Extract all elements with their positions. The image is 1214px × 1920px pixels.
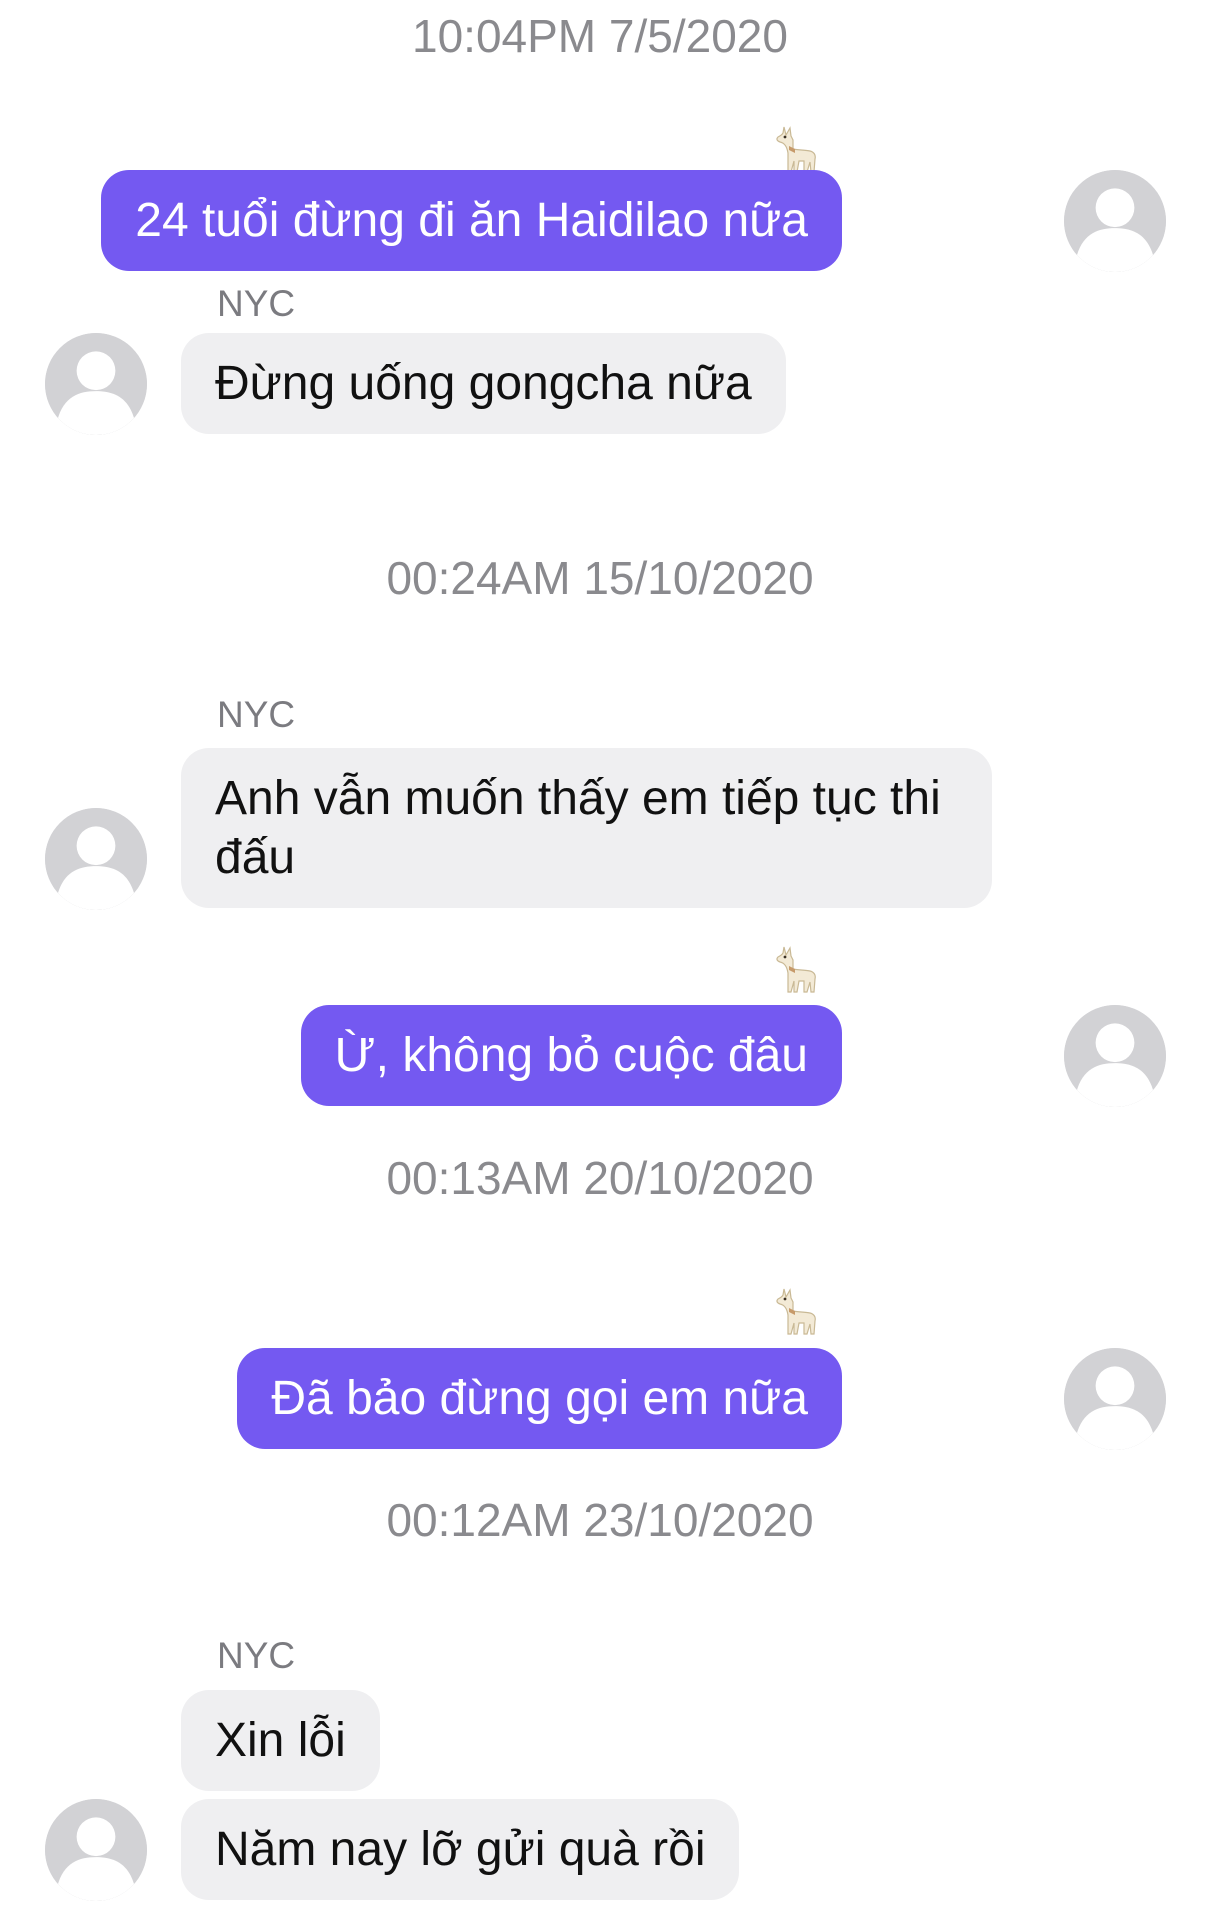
sender-name: NYC [217,1635,296,1676]
sender-name: NYC [217,694,296,735]
outgoing-message-bubble[interactable]: 24 tuổi đừng đi ăn Haidilao nữa [101,170,842,271]
incoming-message-bubble[interactable]: Xin lỗi [181,1690,380,1791]
llama-emoji-icon[interactable] [769,123,819,175]
incoming-message-bubble[interactable]: Năm nay lỡ gửi quà rồi [181,1799,740,1900]
llama-emoji-icon[interactable] [769,1285,819,1337]
timestamp: 10:04PM 7/5/2020 [412,10,788,62]
avatar[interactable] [45,333,147,435]
avatar[interactable] [1064,1348,1166,1450]
timestamp: 00:13AM 20/10/2020 [386,1152,814,1204]
llama-emoji-icon[interactable] [769,943,819,995]
outgoing-message-bubble[interactable]: Ừ, không bỏ cuộc đâu [300,1005,842,1106]
sender-name: NYC [217,283,296,324]
chat-thread: 10:04PM 7/5/2020 24 tuổi đừng đi ăn Haid… [0,0,1214,1920]
avatar[interactable] [45,1799,147,1901]
timestamp: 00:12AM 23/10/2020 [386,1494,814,1546]
avatar[interactable] [1064,170,1166,272]
avatar[interactable] [1064,1005,1166,1107]
outgoing-message-bubble[interactable]: Đã bảo đừng gọi em nữa [237,1348,842,1449]
avatar[interactable] [45,808,147,910]
timestamp: 00:24AM 15/10/2020 [386,552,814,604]
incoming-message-bubble[interactable]: Anh vẫn muốn thấy em tiếp tục thi đấu [181,748,992,908]
incoming-message-bubble[interactable]: Đừng uống gongcha nữa [181,333,786,434]
